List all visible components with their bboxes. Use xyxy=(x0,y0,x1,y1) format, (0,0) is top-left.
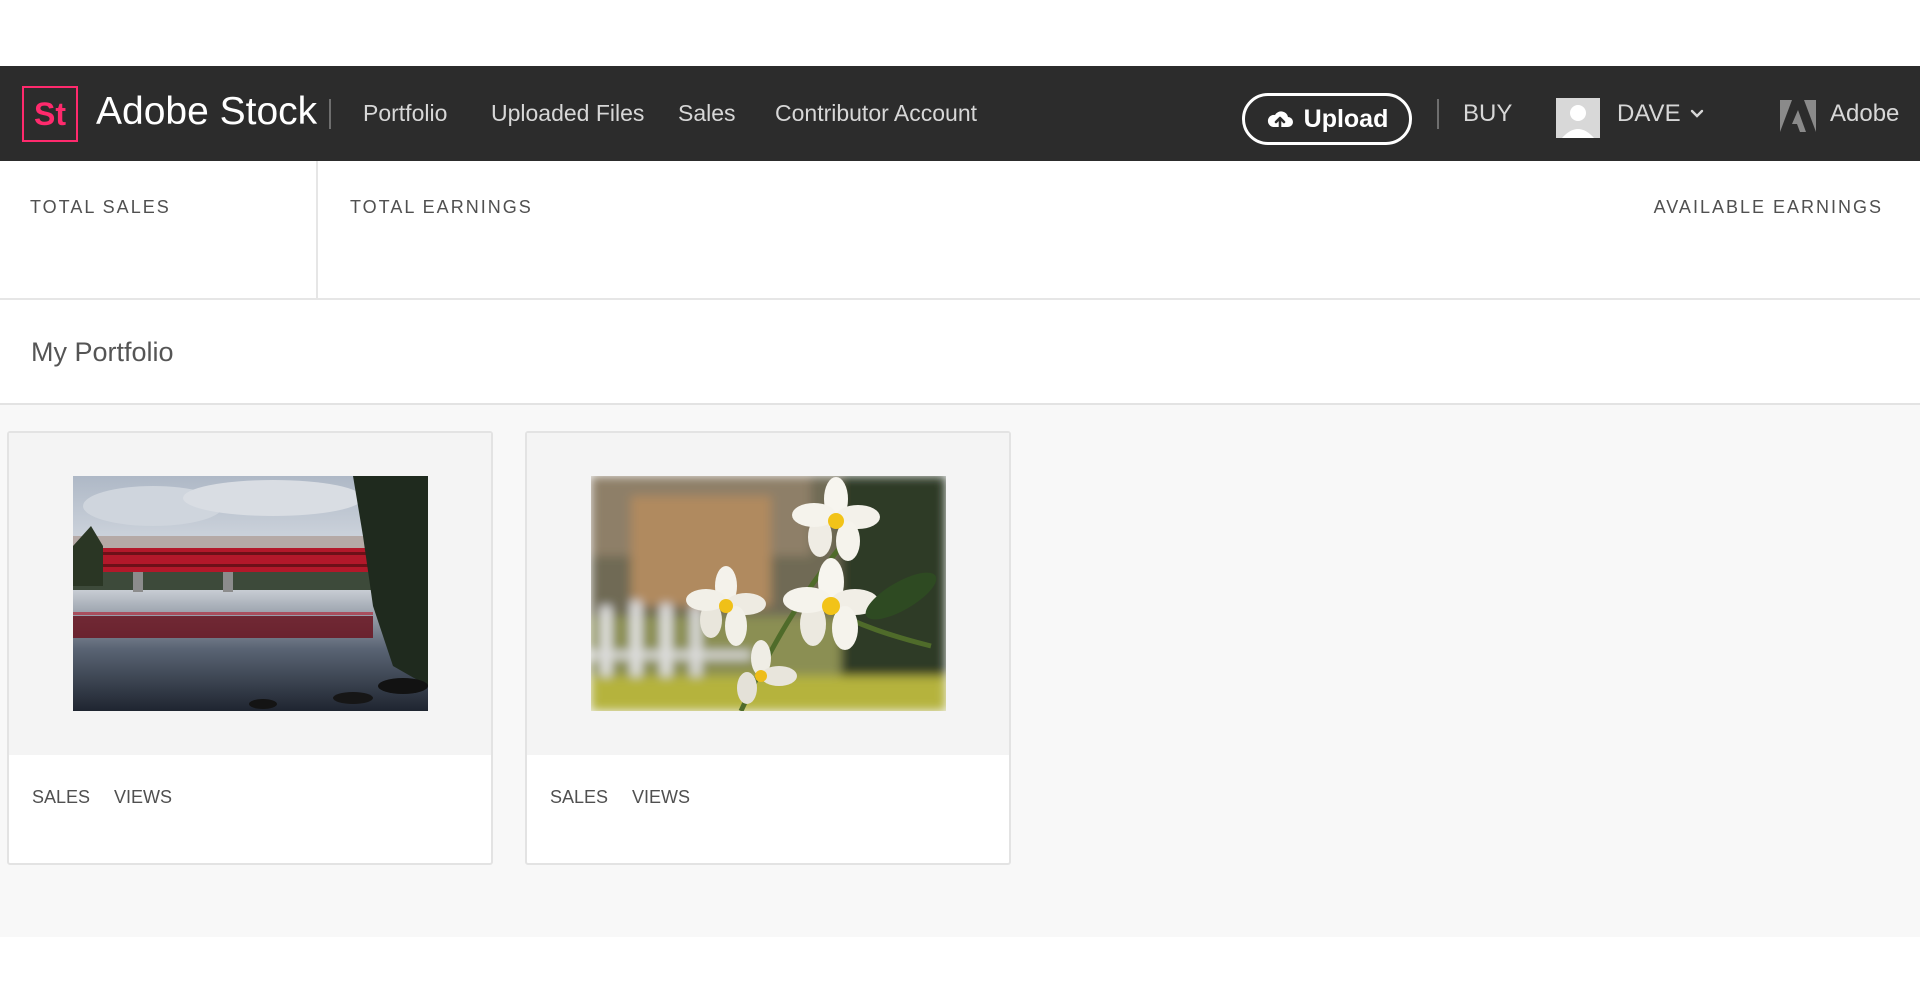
upload-button[interactable]: Upload xyxy=(1242,93,1412,145)
stock-logo-text: St xyxy=(34,95,66,132)
portfolio-title: My Portfolio xyxy=(31,337,174,367)
nav-portfolio[interactable]: Portfolio xyxy=(363,100,447,127)
nav-uploaded-files[interactable]: Uploaded Files xyxy=(491,100,644,127)
stats-divider xyxy=(316,161,318,300)
total-sales-label: TOTAL SALES xyxy=(30,197,171,217)
nav-divider xyxy=(1437,99,1439,129)
card-sales-label: SALES xyxy=(32,787,91,807)
portfolio-grid: SALES VIEWS SALES VIEWS xyxy=(0,405,1920,937)
upload-button-label: Upload xyxy=(1303,104,1389,133)
card-views-label: VIEWS xyxy=(114,787,173,807)
stock-logo[interactable]: St xyxy=(22,86,78,142)
card-sales-label: SALES xyxy=(550,787,609,807)
card-image-area xyxy=(9,433,491,755)
nav-contributor-account[interactable]: Contributor Account xyxy=(775,100,977,127)
total-earnings-label: TOTAL EARNINGS xyxy=(350,197,533,217)
chevron-down-icon[interactable] xyxy=(1687,104,1707,124)
bridge-photo-thumbnail[interactable] xyxy=(73,476,428,711)
portfolio-card[interactable]: SALES VIEWS xyxy=(525,431,1011,865)
adobe-label[interactable]: Adobe xyxy=(1830,100,1899,128)
top-navbar: St Adobe Stock Portfolio Uploaded Files … xyxy=(0,66,1920,161)
card-image-area xyxy=(527,433,1009,755)
user-avatar-icon[interactable] xyxy=(1556,98,1600,138)
buy-link[interactable]: BUY xyxy=(1463,100,1512,128)
portfolio-header: My Portfolio xyxy=(0,302,1920,405)
nav-divider xyxy=(329,99,331,129)
available-earnings-label: AVAILABLE EARNINGS xyxy=(1653,197,1883,217)
card-views-label: VIEWS xyxy=(632,787,691,807)
brand-title[interactable]: Adobe Stock xyxy=(96,90,317,134)
portfolio-card[interactable]: SALES VIEWS xyxy=(7,431,493,865)
flower-photo-thumbnail[interactable] xyxy=(591,476,946,711)
adobe-logo-icon[interactable] xyxy=(1780,100,1816,132)
user-menu-name[interactable]: DAVE xyxy=(1617,100,1681,128)
earnings-summary: TOTAL SALES TOTAL EARNINGS AVAILABLE EAR… xyxy=(0,161,1920,300)
nav-sales[interactable]: Sales xyxy=(678,100,736,127)
upload-cloud-icon xyxy=(1267,111,1293,131)
